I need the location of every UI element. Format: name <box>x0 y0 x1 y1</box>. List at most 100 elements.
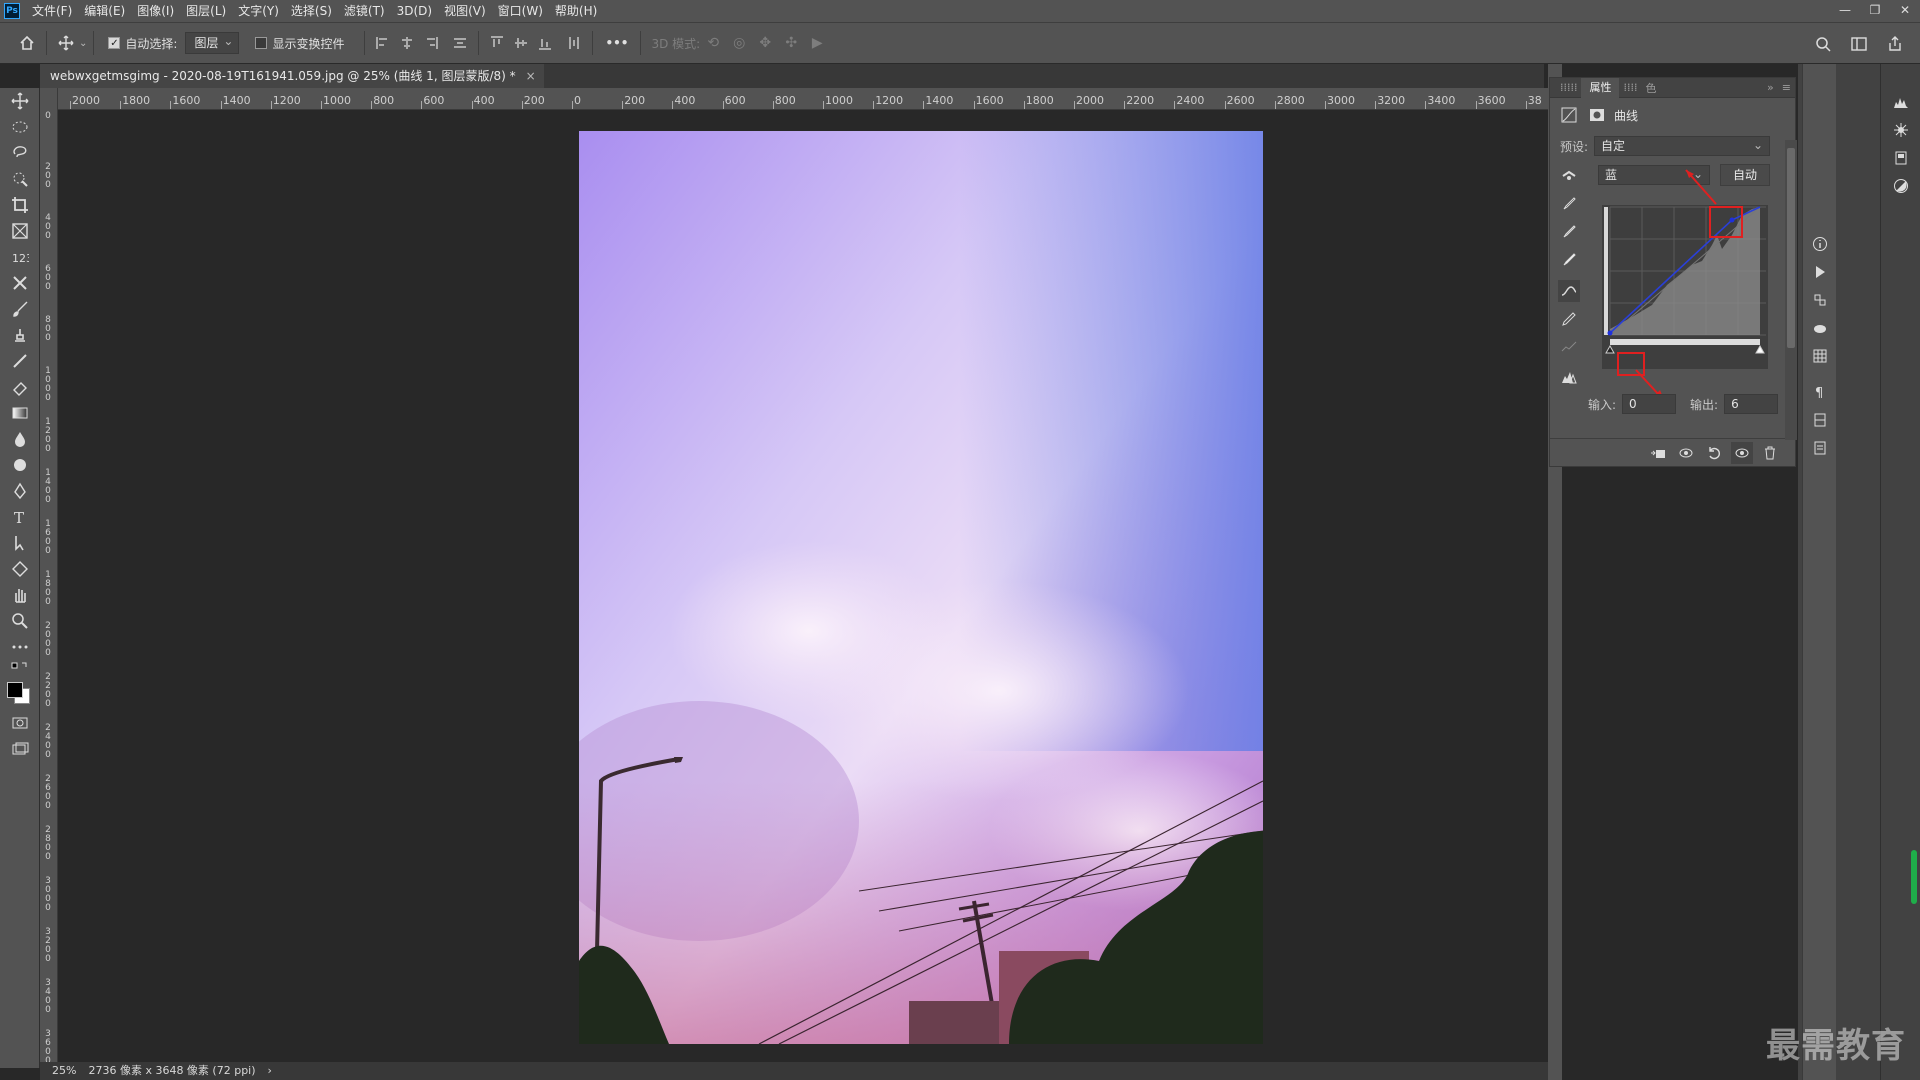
collapsed-tab-icon[interactable]: ⁞⁞⁞⁞ <box>1619 81 1641 94</box>
3d-slide-icon[interactable]: ✣ <box>778 30 804 56</box>
properties-scrollbar[interactable] <box>1785 140 1797 440</box>
reset-icon[interactable] <box>1703 442 1725 464</box>
preset-dropdown[interactable]: 自定 ⌄ <box>1594 136 1771 156</box>
move-tool-icon[interactable] <box>0 88 40 114</box>
close-icon[interactable]: ✕ <box>1890 0 1920 22</box>
target-adjust-hand-icon[interactable] <box>1558 164 1580 186</box>
menu-item[interactable]: 帮助(H) <box>549 0 603 22</box>
pen-tool-icon[interactable] <box>0 478 40 504</box>
swatches-icon[interactable] <box>1803 314 1837 342</box>
quick-selection-tool-icon[interactable] <box>0 166 40 192</box>
menu-item[interactable]: 文件(F) <box>26 0 78 22</box>
menu-item[interactable]: 图像(I) <box>131 0 180 22</box>
more-options-icon[interactable]: ••• <box>605 36 628 50</box>
foreground-color-swatch[interactable] <box>7 682 23 698</box>
output-field[interactable]: 6 <box>1724 394 1779 414</box>
paragraph-icon[interactable]: ¶ <box>1803 378 1837 406</box>
visibility-eye-icon[interactable] <box>1731 442 1753 464</box>
actions-icon[interactable] <box>1803 258 1837 286</box>
clone-stamp-tool-icon[interactable] <box>0 322 40 348</box>
distribute-vertical-icon[interactable] <box>449 32 471 54</box>
type-tool-icon[interactable]: T <box>0 504 40 530</box>
document-tab[interactable]: webwxgetmsgimg - 2020-08-19T161941.059.j… <box>40 64 544 88</box>
move-tool-icon[interactable] <box>53 30 79 56</box>
menu-item[interactable]: 选择(S) <box>285 0 338 22</box>
lasso-tool-icon[interactable] <box>0 140 40 166</box>
curves-adjustment-icon[interactable] <box>1558 104 1580 126</box>
screen-mode-icon[interactable] <box>0 736 40 762</box>
swap-colors-icon[interactable] <box>0 660 40 678</box>
menu-item[interactable]: 窗口(W) <box>492 0 549 22</box>
menu-item[interactable]: 文字(Y) <box>232 0 285 22</box>
history-brush-tool-icon[interactable] <box>0 348 40 374</box>
pencil-draw-icon[interactable] <box>1558 308 1580 330</box>
notes-icon[interactable] <box>1803 434 1837 462</box>
clip-to-layer-icon[interactable] <box>1647 442 1669 464</box>
character-icon[interactable] <box>1803 406 1837 434</box>
align-top-icon[interactable] <box>486 32 508 54</box>
eyedropper-tool-icon[interactable]: 123 <box>0 244 40 270</box>
show-transform-checkbox[interactable] <box>255 37 268 49</box>
3d-camera-icon[interactable]: ▶ <box>804 30 830 56</box>
adjustments-icon[interactable] <box>1881 172 1920 200</box>
zoom-level[interactable]: 25% <box>52 1062 76 1080</box>
hand-tool-icon[interactable] <box>0 582 40 608</box>
menu-item[interactable]: 图层(L) <box>180 0 232 22</box>
menu-item[interactable]: 3D(D) <box>391 0 438 22</box>
curve-point-black[interactable] <box>1607 330 1613 336</box>
view-previous-state-icon[interactable] <box>1675 442 1697 464</box>
quick-mask-icon[interactable] <box>0 710 40 736</box>
tab-color[interactable]: 色 <box>1641 80 1660 96</box>
3d-orbit-icon[interactable]: ⟲ <box>700 30 726 56</box>
panel-menu-icon[interactable]: ≡ <box>1778 81 1795 94</box>
healing-brush-tool-icon[interactable] <box>0 270 40 296</box>
menu-item[interactable]: 滤镜(T) <box>338 0 391 22</box>
collapsed-tab-icon[interactable]: ⁞⁞⁞⁞⁞ <box>1556 81 1581 94</box>
marquee-tool-icon[interactable] <box>0 114 40 140</box>
shape-tool-icon[interactable] <box>0 556 40 582</box>
eraser-tool-icon[interactable] <box>0 374 40 400</box>
curve-point-edit-icon[interactable] <box>1558 280 1580 302</box>
crop-tool-icon[interactable] <box>0 192 40 218</box>
3d-roll-icon[interactable]: ◎ <box>726 30 752 56</box>
white-point-eyedropper-icon[interactable] <box>1558 248 1580 270</box>
align-right-icon[interactable] <box>420 32 442 54</box>
distribute-horizontal-icon[interactable] <box>563 32 585 54</box>
share-icon[interactable] <box>1882 31 1908 57</box>
home-icon[interactable] <box>14 30 40 56</box>
align-bottom-icon[interactable] <box>534 32 556 54</box>
align-middle-icon[interactable] <box>510 32 532 54</box>
navigator-icon[interactable] <box>1881 116 1920 144</box>
brush-tool-icon[interactable] <box>0 296 40 322</box>
path-selection-tool-icon[interactable] <box>0 530 40 556</box>
blur-tool-icon[interactable] <box>0 426 40 452</box>
input-field[interactable]: 0 <box>1622 394 1677 414</box>
close-tab-icon[interactable]: × <box>526 64 536 88</box>
histogram-icon[interactable] <box>1881 88 1920 116</box>
menu-item[interactable]: 视图(V) <box>438 0 492 22</box>
gradient-tool-icon[interactable] <box>0 400 40 426</box>
panel-expand-icon[interactable]: » <box>1763 81 1778 94</box>
layer-dropdown[interactable]: 图层 <box>185 31 240 54</box>
menu-item[interactable]: 编辑(E) <box>78 0 131 22</box>
chevron-down-icon[interactable]: ⌄ <box>79 38 87 49</box>
minimize-icon[interactable]: — <box>1830 0 1860 22</box>
tab-properties[interactable]: 属性 <box>1581 77 1620 98</box>
3d-pan-icon[interactable]: ✥ <box>752 30 778 56</box>
align-center-icon[interactable] <box>396 32 418 54</box>
clipping-warning-icon[interactable] <box>1558 366 1580 388</box>
history-icon[interactable] <box>1803 286 1837 314</box>
zoom-tool-icon[interactable] <box>0 608 40 634</box>
layer-mask-icon[interactable] <box>1586 104 1608 126</box>
align-left-icon[interactable] <box>372 32 394 54</box>
search-icon[interactable] <box>1810 31 1836 57</box>
workspace-icon[interactable] <box>1846 31 1872 57</box>
table-icon[interactable] <box>1803 342 1837 370</box>
scrollbar-thumb[interactable] <box>1787 148 1795 348</box>
auto-select-checkbox[interactable]: ✓ <box>108 37 121 49</box>
document-image[interactable] <box>579 131 1263 1044</box>
curves-graph[interactable] <box>1602 205 1768 369</box>
more-tools-icon[interactable] <box>0 634 40 660</box>
color-swatches[interactable] <box>0 678 40 710</box>
trash-icon[interactable] <box>1759 442 1781 464</box>
